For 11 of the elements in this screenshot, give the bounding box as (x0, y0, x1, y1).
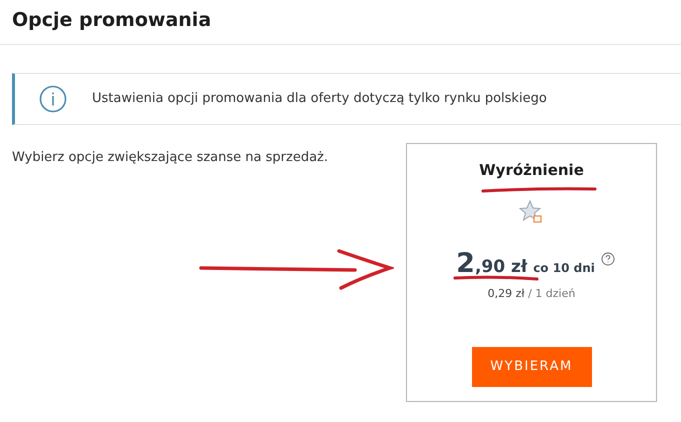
info-text: Ustawienia opcji promowania dla oferty dotyczą tylko rynku polskiego (92, 90, 547, 108)
option-title: Wyróżnienie (479, 160, 584, 181)
help-icon[interactable] (600, 252, 615, 266)
daily-price: 0,29 zł / 1 dzień (488, 286, 576, 302)
info-icon (39, 85, 67, 113)
page-title: Opcje promowania (12, 8, 212, 33)
price: 2,90 zł (456, 250, 528, 276)
price-period: co 10 dni (533, 260, 595, 276)
star-icon (518, 198, 544, 224)
intro-text: Wybierz opcje zwiększające szanse na sprzedaż. (12, 150, 328, 165)
select-button[interactable]: WYBIERAM (472, 347, 592, 387)
